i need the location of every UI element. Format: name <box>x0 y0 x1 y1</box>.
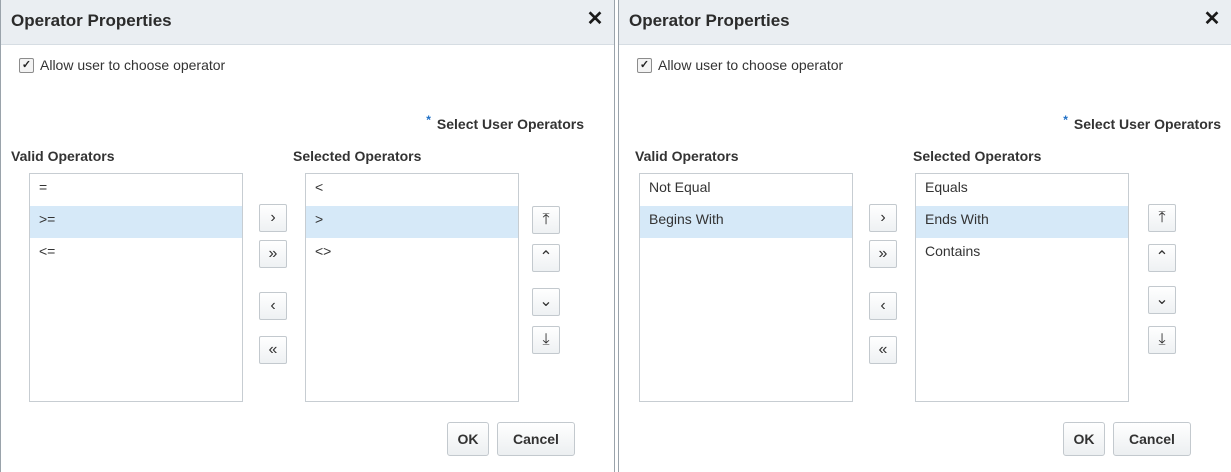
operator-properties-dialog-right: Operator Properties ✕ ✓ Allow user to ch… <box>618 0 1231 472</box>
list-item[interactable]: Ends With <box>916 206 1128 238</box>
list-item[interactable]: = <box>30 174 242 206</box>
dialog-title-bar: Operator Properties ✕ <box>1 0 614 45</box>
list-item[interactable]: Contains <box>916 238 1128 270</box>
double-chevron-left-icon: « <box>878 341 888 358</box>
double-chevron-right-icon: » <box>878 245 888 262</box>
list-item[interactable]: < <box>306 174 518 206</box>
move-to-top-button[interactable]: ⤒ <box>532 206 560 234</box>
move-bottom-icon: ⤓ <box>1158 331 1166 348</box>
list-item[interactable]: > <box>306 206 518 238</box>
close-icon[interactable]: ✕ <box>1201 6 1223 32</box>
required-marker: * <box>1063 113 1068 127</box>
move-all-left-button[interactable]: « <box>869 336 897 364</box>
move-to-top-button[interactable]: ⤒ <box>1148 204 1176 232</box>
list-item[interactable]: >= <box>30 206 242 238</box>
move-down-button[interactable]: ⌄ <box>532 288 560 316</box>
allow-choose-operator-checkbox[interactable]: ✓ <box>19 58 34 73</box>
selected-operators-label: Selected Operators <box>913 148 1042 164</box>
double-chevron-right-icon: » <box>268 245 278 262</box>
dialog-title: Operator Properties <box>11 11 172 30</box>
cancel-button[interactable]: Cancel <box>1113 422 1191 456</box>
move-all-right-button[interactable]: » <box>259 240 287 268</box>
required-marker: * <box>426 113 431 127</box>
selected-operators-list[interactable]: Equals Ends With Contains <box>915 173 1129 402</box>
ok-button[interactable]: OK <box>1063 422 1105 456</box>
chevron-down-icon: ⌄ <box>1155 291 1169 308</box>
close-icon[interactable]: ✕ <box>584 6 606 32</box>
chevron-up-icon: ⌃ <box>539 249 553 266</box>
selected-operators-label: Selected Operators <box>293 148 422 164</box>
valid-operators-list[interactable]: = >= <= <box>29 173 243 402</box>
chevron-up-icon: ⌃ <box>1155 249 1169 266</box>
select-user-operators-label-row: * Select User Operators <box>426 113 584 132</box>
move-top-icon: ⤒ <box>542 211 550 228</box>
list-item[interactable]: Not Equal <box>640 174 852 206</box>
move-left-button[interactable]: ‹ <box>259 292 287 320</box>
allow-choose-operator-label: Allow user to choose operator <box>40 57 226 73</box>
valid-operators-list[interactable]: Not Equal Begins With <box>639 173 853 402</box>
move-to-bottom-button[interactable]: ⤓ <box>532 326 560 354</box>
ok-button[interactable]: OK <box>447 422 489 456</box>
move-bottom-icon: ⤓ <box>542 331 550 348</box>
allow-choose-operator-label: Allow user to choose operator <box>658 57 844 73</box>
move-right-button[interactable]: › <box>259 204 287 232</box>
move-left-button[interactable]: ‹ <box>869 292 897 320</box>
cancel-button[interactable]: Cancel <box>497 422 575 456</box>
chevron-down-icon: ⌄ <box>539 293 553 310</box>
move-all-left-button[interactable]: « <box>259 336 287 364</box>
move-up-button[interactable]: ⌃ <box>532 244 560 272</box>
select-user-operators-label: Select User Operators <box>436 116 584 132</box>
select-user-operators-label: Select User Operators <box>1073 116 1221 132</box>
chevron-right-icon: › <box>880 209 886 226</box>
list-item[interactable]: <= <box>30 238 242 270</box>
move-down-button[interactable]: ⌄ <box>1148 286 1176 314</box>
select-user-operators-label-row: * Select User Operators <box>1063 113 1221 132</box>
list-item[interactable]: Begins With <box>640 206 852 238</box>
chevron-left-icon: ‹ <box>880 297 886 314</box>
double-chevron-left-icon: « <box>268 341 278 358</box>
move-all-right-button[interactable]: » <box>869 240 897 268</box>
move-right-button[interactable]: › <box>869 204 897 232</box>
list-item[interactable]: <> <box>306 238 518 270</box>
valid-operators-label: Valid Operators <box>11 148 115 164</box>
dialog-title: Operator Properties <box>629 11 790 30</box>
operator-properties-dialog-left: Operator Properties ✕ ✓ Allow user to ch… <box>0 0 615 472</box>
move-up-button[interactable]: ⌃ <box>1148 244 1176 272</box>
list-item[interactable]: Equals <box>916 174 1128 206</box>
move-to-bottom-button[interactable]: ⤓ <box>1148 326 1176 354</box>
selected-operators-list[interactable]: < > <> <box>305 173 519 402</box>
chevron-right-icon: › <box>270 209 276 226</box>
valid-operators-label: Valid Operators <box>635 148 739 164</box>
dialog-title-bar: Operator Properties ✕ <box>619 0 1231 45</box>
move-top-icon: ⤒ <box>1158 209 1166 226</box>
chevron-left-icon: ‹ <box>270 297 276 314</box>
allow-choose-operator-checkbox[interactable]: ✓ <box>637 58 652 73</box>
